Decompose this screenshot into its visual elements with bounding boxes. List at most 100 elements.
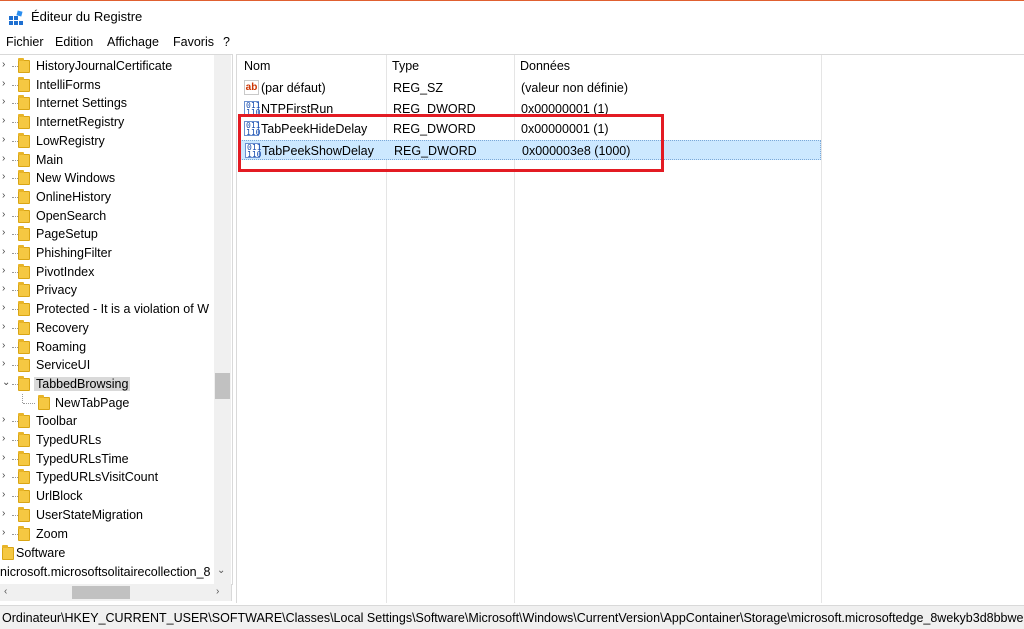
chevron-right-icon[interactable]: › (2, 171, 10, 182)
tree-item-label: PhishingFilter (36, 246, 112, 260)
folder-icon (18, 58, 30, 73)
folder-icon (18, 245, 30, 260)
tree-item[interactable]: › Toolbar (0, 412, 214, 430)
value-type: REG_SZ (393, 81, 444, 95)
tree-item[interactable]: › Recovery (0, 319, 214, 337)
folder-icon (18, 76, 30, 92)
column-header-type[interactable]: Type (392, 59, 419, 73)
tree-item[interactable]: › TypedURLsVisitCount (0, 468, 214, 486)
chevron-right-icon[interactable]: › (2, 414, 10, 425)
chevron-left-icon[interactable]: ‹ (4, 586, 7, 597)
chevron-right-icon[interactable]: › (2, 358, 10, 369)
chevron-right-icon[interactable]: › (2, 340, 10, 351)
chevron-down-icon[interactable]: ⌄ (2, 377, 10, 388)
chevron-right-icon[interactable]: › (2, 452, 10, 463)
folder-icon (18, 469, 30, 485)
chevron-right-icon[interactable]: › (2, 209, 10, 220)
tree-item[interactable]: › UserStateMigration (0, 506, 214, 524)
tree-item-label: LowRegistry (36, 133, 105, 148)
column-divider (821, 55, 822, 603)
tree-item[interactable]: › PivotIndex (0, 263, 214, 281)
folder-icon (18, 450, 30, 466)
window-title: Éditeur du Registre (31, 9, 143, 24)
folder-icon (18, 488, 30, 504)
chevron-right-icon[interactable]: › (2, 433, 10, 444)
folder-icon (18, 375, 30, 391)
menu-fichier[interactable]: Fichier (6, 35, 44, 49)
chevron-right-icon[interactable]: › (2, 227, 10, 238)
tree-item-label: Main (36, 152, 64, 167)
tree-item[interactable]: › OpenSearch (0, 207, 214, 225)
chevron-right-icon[interactable]: › (2, 470, 10, 481)
tree-item-label: Recovery (36, 320, 89, 335)
folder-icon (18, 357, 30, 373)
chevron-right-icon[interactable]: › (2, 115, 10, 126)
chevron-right-icon[interactable]: › (2, 508, 10, 519)
tree-item[interactable]: › ServiceUI (0, 356, 214, 374)
tree-item[interactable]: NewTabPage (0, 393, 214, 412)
tree-item[interactable]: › Main (0, 151, 214, 169)
tree-item[interactable]: › LowRegistry (0, 132, 214, 150)
chevron-right-icon[interactable]: › (2, 265, 10, 276)
scroll-thumb[interactable] (215, 373, 230, 399)
tree-item-label: Software (16, 546, 66, 560)
tree-item-label: PivotIndex (36, 264, 95, 279)
chevron-right-icon[interactable]: › (2, 153, 10, 164)
chevron-right-icon[interactable]: › (216, 586, 219, 597)
tree-vertical-scrollbar[interactable]: ⌄ (214, 55, 231, 585)
scroll-thumb[interactable] (72, 586, 130, 599)
tree-item[interactable]: › OnlineHistory (0, 188, 214, 206)
tree-item-next-key[interactable]: nicrosoft.microsoftsolitairecollection_8 (0, 563, 214, 581)
tree-item-software[interactable]: Software (0, 544, 214, 562)
tree-item[interactable]: › Zoom (0, 525, 214, 543)
chevron-down-icon[interactable]: ⌄ (217, 565, 225, 576)
tree-item[interactable]: › TypedURLsTime (0, 450, 214, 468)
column-header-name[interactable]: Nom (244, 59, 270, 73)
tree-item[interactable]: › HistoryJournalCertificate (0, 57, 214, 75)
tree-item[interactable]: › Privacy (0, 281, 214, 299)
chevron-right-icon[interactable]: › (2, 96, 10, 107)
tree-item-label: IntelliForms (36, 77, 101, 92)
tree-item-label: HistoryJournalCertificate (36, 59, 173, 73)
tree-item[interactable]: › UrlBlock (0, 487, 214, 505)
tree-horizontal-scrollbar[interactable]: ‹ › (0, 584, 232, 601)
tree-item[interactable]: › Protected - It is a violation of W (0, 300, 214, 318)
chevron-right-icon[interactable]: › (2, 321, 10, 332)
folder-icon (18, 132, 30, 148)
tree-item[interactable]: › Roaming (0, 338, 214, 356)
tree-item[interactable]: › PhishingFilter (0, 244, 214, 262)
chevron-right-icon[interactable]: › (2, 246, 10, 257)
tree-item-label: nicrosoft.microsoftsolitairecollection_8 (0, 565, 211, 579)
folder-icon (18, 282, 30, 298)
chevron-right-icon[interactable]: › (2, 489, 10, 500)
tree-item[interactable]: › IntelliForms (0, 76, 214, 94)
menu-favoris[interactable]: Favoris (173, 35, 214, 49)
chevron-right-icon[interactable]: › (2, 78, 10, 89)
tree-item[interactable]: › New Windows (0, 169, 214, 187)
column-header-data[interactable]: Données (520, 59, 570, 73)
chevron-right-icon[interactable]: › (2, 190, 10, 201)
tree-item[interactable]: › PageSetup (0, 225, 214, 243)
chevron-right-icon[interactable]: › (2, 59, 10, 70)
tree-item-label: Privacy (36, 283, 77, 298)
folder-icon (18, 114, 30, 130)
key-tree-pane: › HistoryJournalCertificate › IntelliForms ›… (0, 54, 233, 585)
tree-item-label: New Windows (36, 171, 116, 186)
tree-item-label: OpenSearch (36, 208, 107, 223)
tree-item[interactable]: › InternetRegistry (0, 113, 214, 131)
tree-item[interactable]: › TypedURLs (0, 431, 214, 449)
tree-connector (23, 402, 35, 404)
value-row[interactable]: ab (par défaut) REG_SZ (valeur non définie) (240, 78, 821, 98)
chevron-right-icon[interactable]: › (2, 302, 10, 313)
menu-help[interactable]: ? (223, 35, 230, 49)
menu-affichage[interactable]: Affichage (107, 35, 159, 49)
chevron-right-icon[interactable]: › (2, 527, 10, 538)
tree-item-label: NewTabPage (55, 395, 130, 410)
string-value-icon: ab (244, 80, 259, 95)
menu-edition[interactable]: Edition (55, 35, 93, 49)
chevron-right-icon[interactable]: › (2, 134, 10, 145)
tree-item[interactable]: › Internet Settings (0, 94, 214, 112)
chevron-right-icon[interactable]: › (2, 283, 10, 294)
tree-item[interactable]: ⌄ TabbedBrowsing (0, 375, 214, 393)
tree-item-label: Internet Settings (36, 96, 128, 111)
